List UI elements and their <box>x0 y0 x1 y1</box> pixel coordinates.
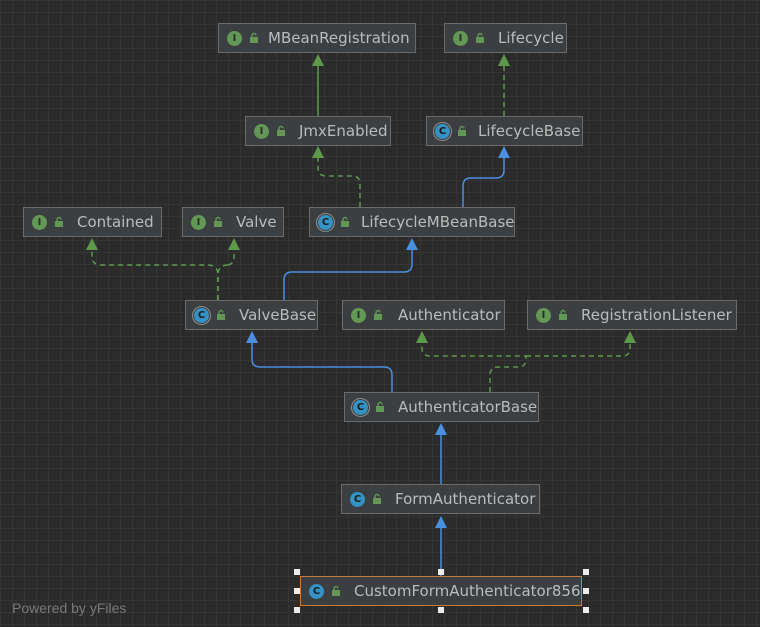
lock-icon <box>476 32 484 43</box>
lock-icon <box>217 309 225 320</box>
interface-icon: I <box>351 307 366 323</box>
node-valve[interactable]: I Valve <box>182 207 284 237</box>
node-label: AuthenticatorBase <box>398 398 538 416</box>
lock-icon <box>374 309 382 320</box>
resize-handle-top-center[interactable] <box>438 569 444 575</box>
resize-handle-bottom-right[interactable] <box>583 607 589 613</box>
interface-icon: I <box>536 307 551 323</box>
abstract-class-icon: C <box>318 214 333 230</box>
arrowhead <box>228 238 240 250</box>
node-label: Valve <box>236 213 277 231</box>
edge-lifecyclembeanbase-to-lifecyclebase <box>462 158 505 207</box>
arrowhead <box>435 423 447 435</box>
node-label: RegistrationListener <box>581 306 732 324</box>
lock-icon <box>341 216 349 227</box>
lock-icon <box>376 401 384 412</box>
lock-icon <box>250 32 258 43</box>
lock-icon <box>373 493 381 504</box>
node-contained[interactable]: I Contained <box>23 207 162 237</box>
resize-handle-bottom-left[interactable] <box>294 607 300 613</box>
node-formauthenticator[interactable]: C FormAuthenticator <box>341 484 540 514</box>
resize-handle-middle-left[interactable] <box>294 588 300 594</box>
edge-authenticatorbase-to-registrationlistener <box>526 343 631 357</box>
class-icon: C <box>350 491 365 507</box>
edge-valvebase-to-lifecyclembeanbase <box>283 250 413 300</box>
node-lifecycle[interactable]: I Lifecycle <box>444 23 567 53</box>
edge-authenticatorbase-to-authenticator <box>421 343 527 392</box>
resize-handle-top-right[interactable] <box>583 569 589 575</box>
node-label: ValveBase <box>239 306 317 324</box>
resize-handle-middle-right[interactable] <box>583 588 589 594</box>
interface-icon: I <box>32 214 47 230</box>
node-jmxenabled[interactable]: I JmxEnabled <box>245 116 391 146</box>
node-registrationlistener[interactable]: I RegistrationListener <box>527 300 737 330</box>
lock-icon <box>277 125 285 136</box>
arrowhead <box>498 146 510 158</box>
edge-valvebase-to-contained <box>91 250 219 300</box>
arrowhead <box>246 331 258 343</box>
arrowhead <box>312 54 324 66</box>
node-label: JmxEnabled <box>299 122 388 140</box>
node-customformauthenticator856[interactable]: C CustomFormAuthenticator856 <box>300 576 582 606</box>
node-lifecyclebase[interactable]: C LifecycleBase <box>426 116 583 146</box>
node-label: LifecycleBase <box>478 122 581 140</box>
lock-icon <box>332 585 340 596</box>
arrowhead <box>435 516 447 528</box>
node-label: Contained <box>77 213 154 231</box>
node-authenticator[interactable]: I Authenticator <box>342 300 505 330</box>
interface-icon: I <box>191 214 206 230</box>
node-label: FormAuthenticator <box>395 490 536 508</box>
resize-handle-top-left[interactable] <box>294 569 300 575</box>
node-authenticatorbase[interactable]: C AuthenticatorBase <box>344 392 539 422</box>
node-label: LifecycleMBeanBase <box>361 213 515 231</box>
node-mbeanregistration[interactable]: I MBeanRegistration <box>218 23 416 53</box>
arrowhead <box>498 54 510 66</box>
interface-icon: I <box>453 30 468 46</box>
resize-handle-bottom-center[interactable] <box>438 607 444 613</box>
lock-icon <box>559 309 567 320</box>
arrowhead <box>312 146 324 158</box>
lock-icon <box>55 216 63 227</box>
abstract-class-icon: C <box>194 307 209 323</box>
lock-icon <box>214 216 222 227</box>
arrowhead <box>86 238 98 250</box>
lock-icon <box>458 125 466 136</box>
abstract-class-icon: C <box>353 399 368 415</box>
node-lifecyclembeanbase[interactable]: C LifecycleMBeanBase <box>309 207 515 237</box>
interface-icon: I <box>227 30 242 46</box>
node-valvebase[interactable]: C ValveBase <box>185 300 318 330</box>
abstract-class-icon: C <box>435 123 450 139</box>
class-icon: C <box>309 583 324 599</box>
edge-lifecyclembeanbase-to-jmxenabled <box>317 158 361 207</box>
node-label: Authenticator <box>398 306 501 324</box>
edge-authenticatorbase-to-valvebase <box>251 343 393 392</box>
node-label: MBeanRegistration <box>268 29 410 47</box>
interface-icon: I <box>254 123 269 139</box>
yfiles-watermark: Powered by yFiles <box>12 600 127 616</box>
node-label: CustomFormAuthenticator856 <box>354 582 581 600</box>
node-label: Lifecycle <box>498 29 564 47</box>
arrowhead <box>624 331 636 343</box>
arrowhead <box>416 331 428 343</box>
arrowhead <box>406 238 418 250</box>
edge-valvebase-to-valve <box>217 250 235 300</box>
